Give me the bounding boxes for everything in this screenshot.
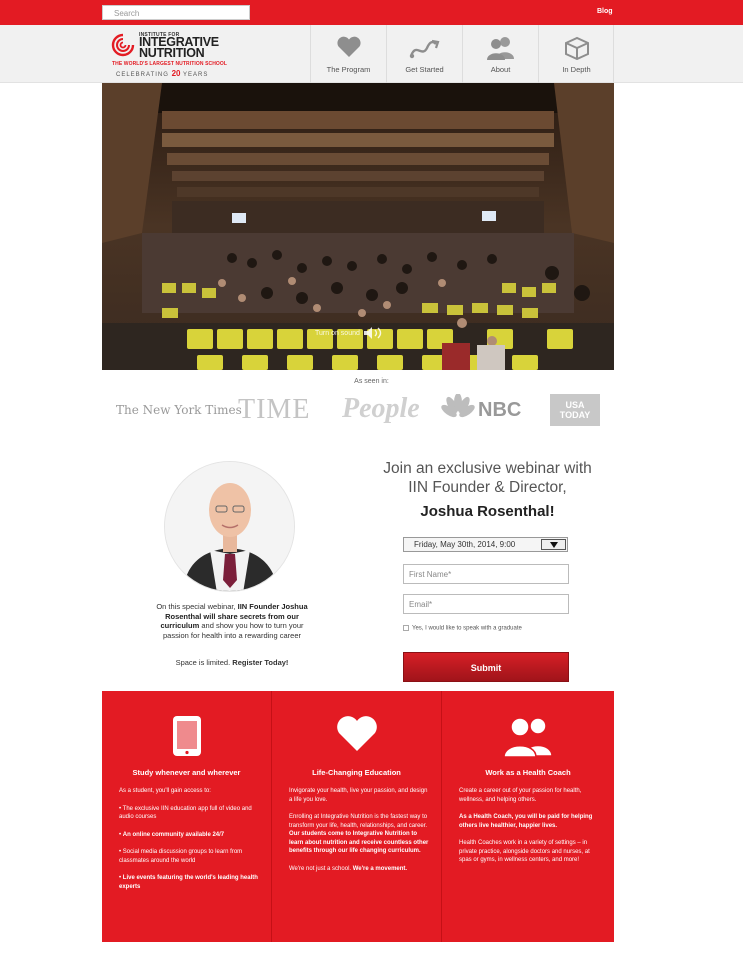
heart-icon — [336, 716, 377, 751]
nav-divider — [613, 25, 614, 83]
chevron-down-icon[interactable] — [541, 539, 566, 550]
peacock-icon — [441, 394, 475, 418]
feature-body: Invigorate your health, live your passio… — [289, 788, 429, 872]
first-name-field[interactable]: First Name* — [403, 564, 569, 584]
nyt-logo: The New York Times — [116, 403, 242, 417]
feature-education: Life-Changing Education Invigorate your … — [271, 691, 441, 942]
sound-toggle[interactable]: Turn on sound — [309, 318, 409, 344]
nav-label: In Depth — [562, 65, 591, 74]
nav-label: The Program — [326, 65, 371, 74]
submit-button[interactable]: Submit — [403, 652, 569, 682]
nav-get-started[interactable]: Get Started — [386, 25, 462, 83]
nav-the-program[interactable]: The Program — [310, 25, 386, 83]
heart-icon — [336, 36, 361, 57]
feature-health-coach: Work as a Health Coach Create a career o… — [441, 691, 614, 942]
space-limited-text: Space is limited. Register Today! — [175, 658, 289, 667]
box-icon — [564, 36, 589, 60]
host-bio: On this special webinar, IIN Founder Jos… — [156, 602, 308, 640]
path-arrow-icon — [409, 39, 439, 59]
webinar-host-name: Joshua Rosenthal! — [420, 503, 555, 520]
logo-tagline: THE WORLD'S LARGEST NUTRITION SCHOOL — [112, 61, 228, 67]
webinar-date-select[interactable]: Friday, May 30th, 2014, 9:00 — [403, 537, 568, 552]
usa-today-logo: USA TODAY — [550, 394, 600, 426]
swirl-logo-icon — [111, 33, 135, 57]
feature-title: Life-Changing Education — [312, 768, 401, 777]
logo-celebrating: CELEBRATING 20 YEARS — [116, 69, 209, 78]
nav-about[interactable]: About — [462, 25, 538, 83]
tablet-icon — [172, 716, 201, 756]
search-input[interactable]: Search — [102, 5, 250, 20]
date-value: Friday, May 30th, 2014, 9:00 — [414, 540, 516, 549]
as-seen-in-label: As seen in: — [354, 378, 389, 385]
sound-label: Turn on sound — [315, 329, 360, 337]
iin-logo[interactable]: INSTITUTE FOR INTEGRATIVE NUTRITION THE … — [110, 30, 230, 78]
people-icon — [486, 37, 514, 60]
email-field[interactable]: Email* — [403, 594, 569, 614]
feature-study: Study whenever and wherever As a student… — [102, 691, 271, 942]
feature-title: Work as a Health Coach — [485, 768, 571, 777]
nav-label: About — [490, 65, 511, 74]
nav-label: Get Started — [405, 65, 444, 74]
webinar-title: Join an exclusive webinar with IIN Founde… — [383, 460, 592, 496]
speaker-icon — [363, 327, 382, 339]
logo-line-3: NUTRITION — [139, 46, 205, 60]
speak-graduate-checkbox[interactable]: Yes, I would like to speak with a gradua… — [403, 625, 522, 632]
host-avatar — [164, 461, 295, 592]
feature-body: As a student, you'll gain access to: • T… — [119, 788, 258, 890]
time-logo: TIME — [238, 394, 311, 425]
blog-link[interactable]: Blog — [597, 8, 613, 15]
nav-in-depth[interactable]: In Depth — [538, 25, 614, 83]
feature-title: Study whenever and wherever — [132, 768, 241, 777]
nbc-logo: NBC — [440, 394, 532, 424]
feature-body: Create a career out of your passion for … — [459, 788, 593, 863]
coach-people-icon — [503, 717, 553, 757]
people-logo: People — [342, 393, 420, 424]
hero-video[interactable]: Turn on sound — [102, 83, 614, 370]
checkbox-box[interactable] — [403, 625, 409, 631]
